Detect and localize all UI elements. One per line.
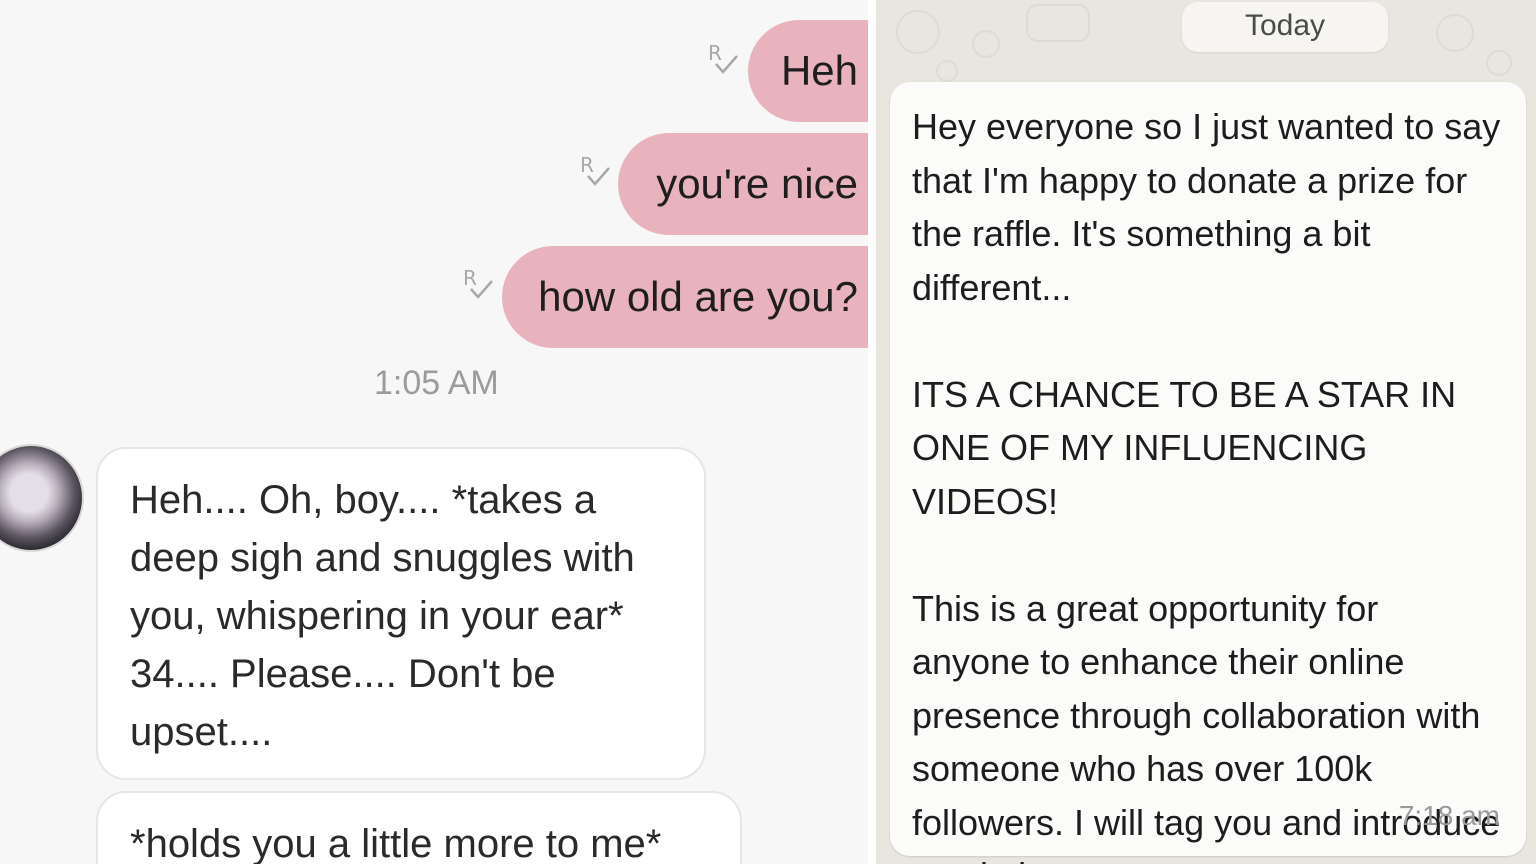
incoming-message[interactable]: Heh.... Oh, boy.... *takes a deep sigh a… bbox=[96, 447, 706, 780]
message-paragraph: Hey everyone so I just wanted to say tha… bbox=[912, 106, 1501, 308]
message-text: you're nice bbox=[656, 160, 858, 207]
read-receipt-icon: R bbox=[461, 265, 495, 305]
svg-text:R: R bbox=[463, 266, 477, 290]
outgoing-message[interactable]: you're nice bbox=[618, 133, 868, 235]
read-receipt-icon: R bbox=[578, 152, 612, 192]
message-text: *holds you a little more to me* bbox=[130, 822, 662, 864]
read-receipt-icon: R bbox=[706, 40, 740, 80]
message-text: how old are you? bbox=[538, 273, 858, 320]
wallpaper-doodle bbox=[896, 10, 940, 54]
panel-divider bbox=[868, 0, 876, 864]
instagram-chat-panel: R Heh R you're nice R how old are you? 1… bbox=[0, 0, 868, 864]
wallpaper-doodle bbox=[1026, 4, 1090, 42]
avatar[interactable] bbox=[0, 444, 84, 552]
outgoing-message[interactable]: Heh bbox=[748, 20, 868, 122]
date-chip: Today bbox=[1182, 2, 1388, 52]
message-paragraph: ITS A CHANCE TO BE A STAR IN ONE OF MY I… bbox=[912, 373, 1457, 522]
svg-text:R: R bbox=[708, 41, 722, 65]
wallpaper-doodle bbox=[1436, 14, 1474, 52]
wallpaper-doodle bbox=[972, 30, 1000, 58]
message-time: 7:18 am bbox=[1398, 799, 1500, 831]
svg-text:R: R bbox=[580, 153, 594, 177]
incoming-message[interactable]: *holds you a little more to me* bbox=[96, 791, 742, 864]
wallpaper-doodle bbox=[1486, 50, 1512, 76]
message-text: Heh bbox=[780, 47, 858, 94]
outgoing-message[interactable]: how old are you? bbox=[502, 246, 868, 348]
incoming-message[interactable]: Hey everyone so I just wanted to say tha… bbox=[890, 82, 1526, 864]
whatsapp-chat-panel: Today Hey everyone so I just wanted to s… bbox=[876, 0, 1536, 864]
wallpaper-doodle bbox=[936, 60, 958, 82]
message-text: Heh.... Oh, boy.... *takes a deep sigh a… bbox=[130, 478, 635, 754]
